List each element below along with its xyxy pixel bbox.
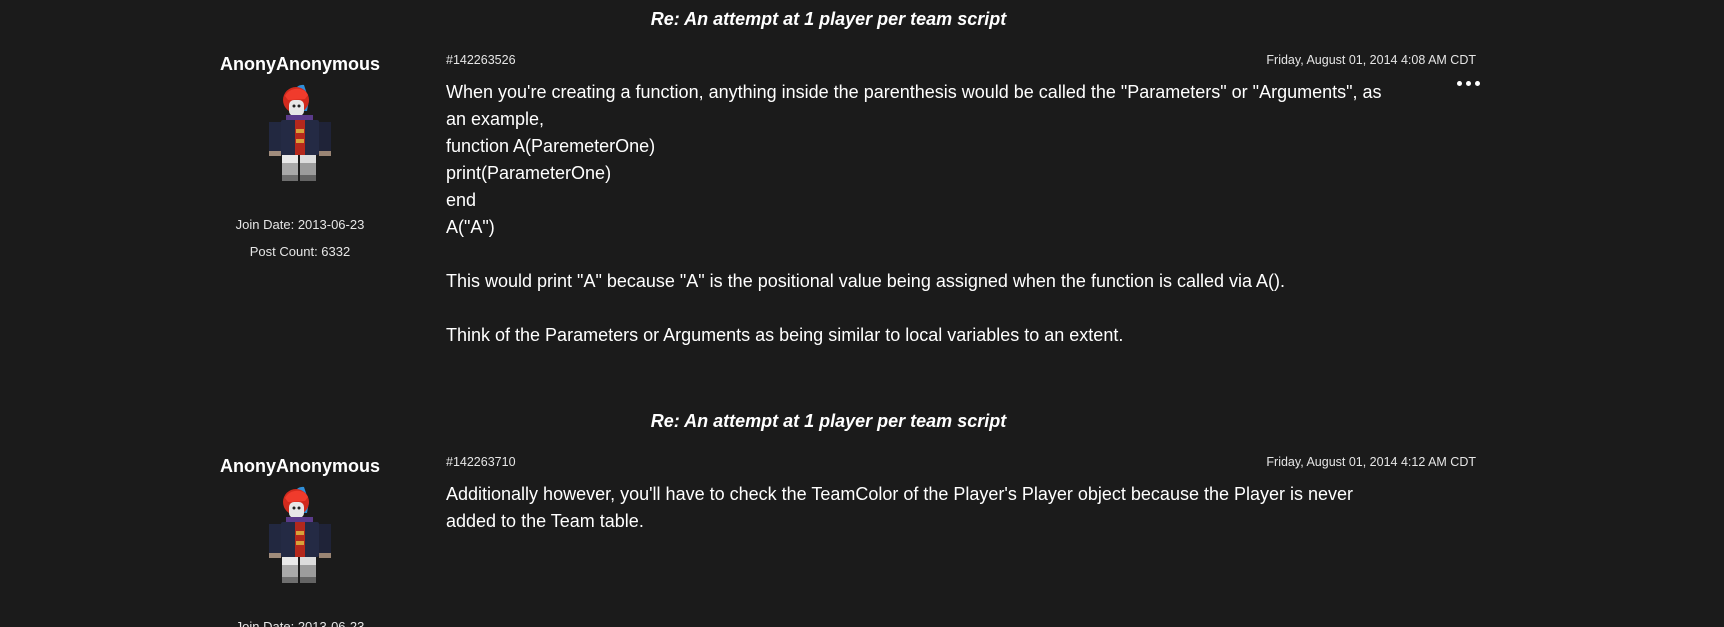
post-date: Friday, August 01, 2014 4:12 AM CDT [1266, 455, 1476, 469]
avatar-figure-icon [269, 486, 331, 583]
post-count: Post Count: 6332 [249, 244, 351, 259]
author-username-link[interactable]: AnonyAnonymous [200, 454, 400, 478]
post-title: Re: An attempt at 1 player per team scri… [650, 9, 1007, 29]
forum-thread: Re: An attempt at 1 player per team scri… [0, 0, 1724, 627]
post-body-line: Additionally however, you'll have to che… [446, 484, 1354, 531]
avatar[interactable] [260, 82, 340, 186]
join-date: Join Date: 2013-06-23 [235, 619, 365, 627]
author-username-link[interactable]: AnonyAnonymous [200, 52, 400, 76]
post-author-panel: AnonyAnonymous [200, 52, 400, 265]
post-body-line: When you're creating a function, anythin… [446, 82, 1382, 129]
more-options-icon[interactable] [1456, 76, 1482, 90]
post-body-line: Think of the Parameters or Arguments as … [446, 325, 1124, 345]
post-body-line: function A(ParemeterOne) [446, 136, 656, 156]
avatar-figure-icon [269, 84, 331, 181]
post-body-line: print(ParameterOne) [446, 163, 612, 183]
post-body-line: This would print "A" because "A" is the … [446, 271, 1286, 291]
avatar[interactable] [260, 484, 340, 588]
post-body-blank-line [446, 241, 1406, 268]
post-author-panel: AnonyAnonymous [200, 454, 400, 627]
post-body-line: A("A") [446, 217, 495, 237]
post-body-blank-line [446, 295, 1406, 322]
join-date: Join Date: 2013-06-23 [235, 217, 365, 232]
post-date: Friday, August 01, 2014 4:08 AM CDT [1266, 53, 1476, 67]
post-title: Re: An attempt at 1 player per team scri… [650, 411, 1007, 431]
post-body: Additionally however, you'll have to che… [446, 481, 1406, 535]
post-number: #142263710 [446, 455, 516, 469]
post-body-line: end [446, 190, 477, 210]
post-number: #142263526 [446, 53, 516, 67]
post-body: When you're creating a function, anythin… [446, 79, 1406, 349]
